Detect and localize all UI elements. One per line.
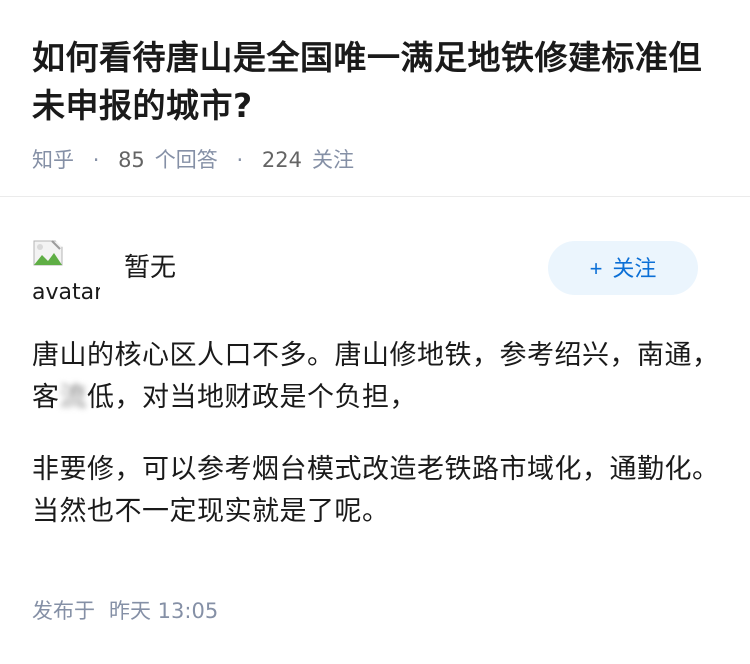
published-time: 昨天 13:05: [109, 599, 219, 623]
follower-count-label: 关注: [311, 148, 354, 172]
answer-content: 唐山的核心区人口不多。唐山修地铁，参考绍兴，南通，客流低，对当地财政是个负担， …: [32, 335, 722, 533]
meta-separator: ·: [236, 148, 244, 172]
site-name[interactable]: 知乎: [32, 144, 74, 176]
published-label: 发布于: [32, 599, 95, 623]
follower-count-link[interactable]: 224 关注: [262, 144, 354, 176]
answer-count-label: 个回答: [154, 148, 218, 172]
answer-paragraph: 非要修，可以参考烟台模式改造老铁路市域化，通勤化。当然也不一定现实就是了呢。: [32, 454, 720, 527]
question-header: 如何看待唐山是全国唯一满足地铁修建标准但未申报的城市? 知乎 · 85 个回答 ·…: [0, 0, 750, 196]
author-row: avatar 暂无 + 关注: [0, 197, 750, 307]
follower-count: 224: [261, 148, 302, 172]
question-meta: 知乎 · 85 个回答 · 224 关注: [32, 144, 354, 176]
publish-info: 发布于 昨天 13:05: [32, 595, 218, 627]
answer-card: avatar 暂无 + 关注 唐山的核心区人口不多。唐山修地铁，参考绍兴，南通，客…: [0, 197, 750, 664]
answer-paragraph: 唐山的核心区人口不多。唐山修地铁，参考绍兴，南通，客流低，对当地财政是个负担，: [32, 335, 722, 419]
follow-button[interactable]: + 关注: [548, 241, 698, 295]
blurred-text: 流: [59, 382, 87, 413]
plus-icon: +: [589, 256, 603, 281]
follow-button-label: 关注: [612, 256, 657, 281]
paragraph-text: 低，对当地财政是个负担，: [87, 382, 417, 413]
avatar[interactable]: avatar: [32, 237, 100, 305]
meta-separator: ·: [92, 148, 100, 172]
question-title[interactable]: 如何看待唐山是全国唯一满足地铁修建标准但未申报的城市?: [32, 34, 732, 130]
answer-count: 85: [118, 148, 145, 172]
answer-count-link[interactable]: 85 个回答: [118, 144, 218, 176]
author-name[interactable]: 暂无: [124, 249, 176, 287]
avatar-alt-text: avatar: [32, 280, 100, 305]
